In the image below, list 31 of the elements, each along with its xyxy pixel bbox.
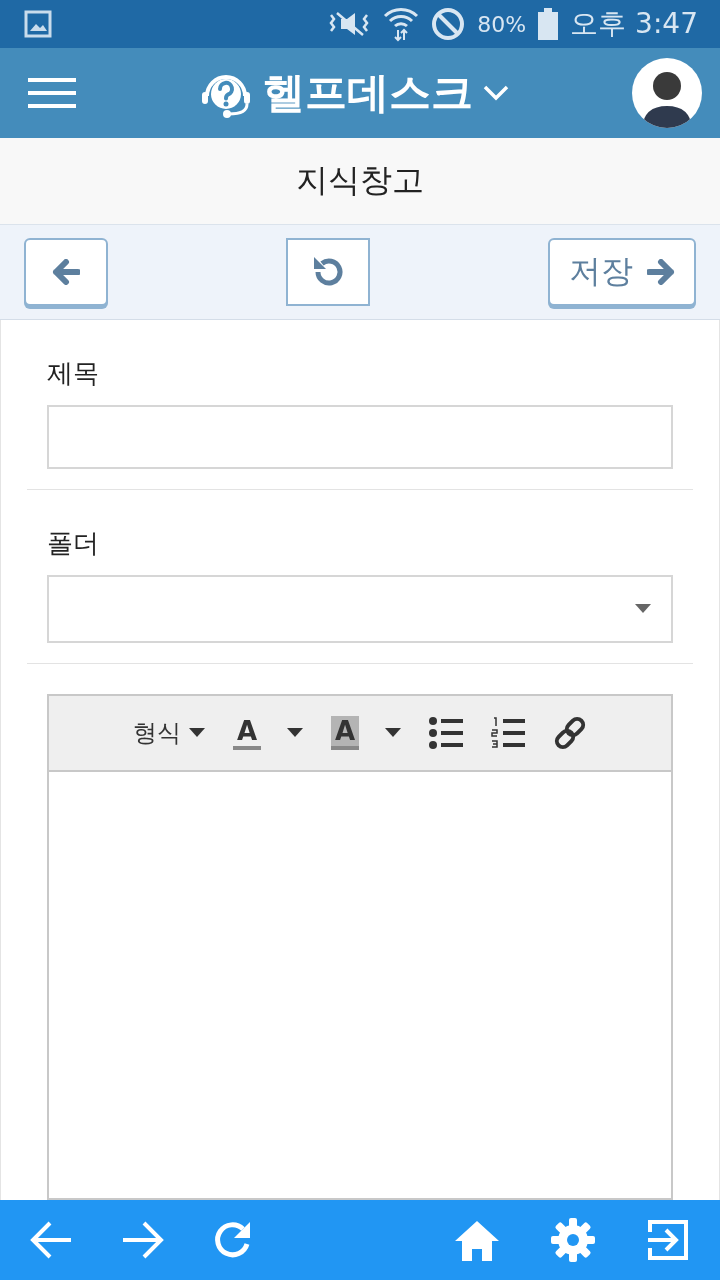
format-dropdown[interactable]: 형식 [132,717,205,749]
arrow-right-icon [647,259,675,285]
field-label: 제목 [47,357,100,390]
clock-time: 오후 3:47 [570,6,698,42]
caret-icon [385,728,402,738]
link-button[interactable] [553,716,588,750]
image-icon [24,10,52,38]
chevron-down-icon [483,85,509,101]
field-label: 폴더 [47,527,100,560]
numbered-list-button[interactable] [491,717,526,749]
forward-button[interactable] [121,1221,164,1259]
menu-button[interactable] [28,78,76,108]
arrow-left-icon [52,259,80,285]
wifi-icon [383,6,420,42]
reset-button[interactable] [286,238,370,306]
back-button[interactable] [24,238,108,306]
logout-button[interactable] [645,1218,690,1262]
highlight-color-dropdown[interactable]: A [331,716,402,750]
settings-button[interactable] [550,1217,597,1263]
caret-icon [188,728,205,738]
title-input[interactable] [47,405,673,469]
app-title: 헬프데스크 [263,68,473,118]
battery-percent: 80% [477,11,527,37]
bullet-list-button[interactable] [429,717,464,749]
text-color-dropdown[interactable]: A [232,716,303,750]
save-button[interactable]: 저장 [548,238,696,306]
caret-icon [287,728,303,738]
caret-icon [635,604,651,614]
blocked-icon [431,7,466,41]
battery-icon [538,8,559,40]
page-title: 지식창고 [296,160,424,201]
